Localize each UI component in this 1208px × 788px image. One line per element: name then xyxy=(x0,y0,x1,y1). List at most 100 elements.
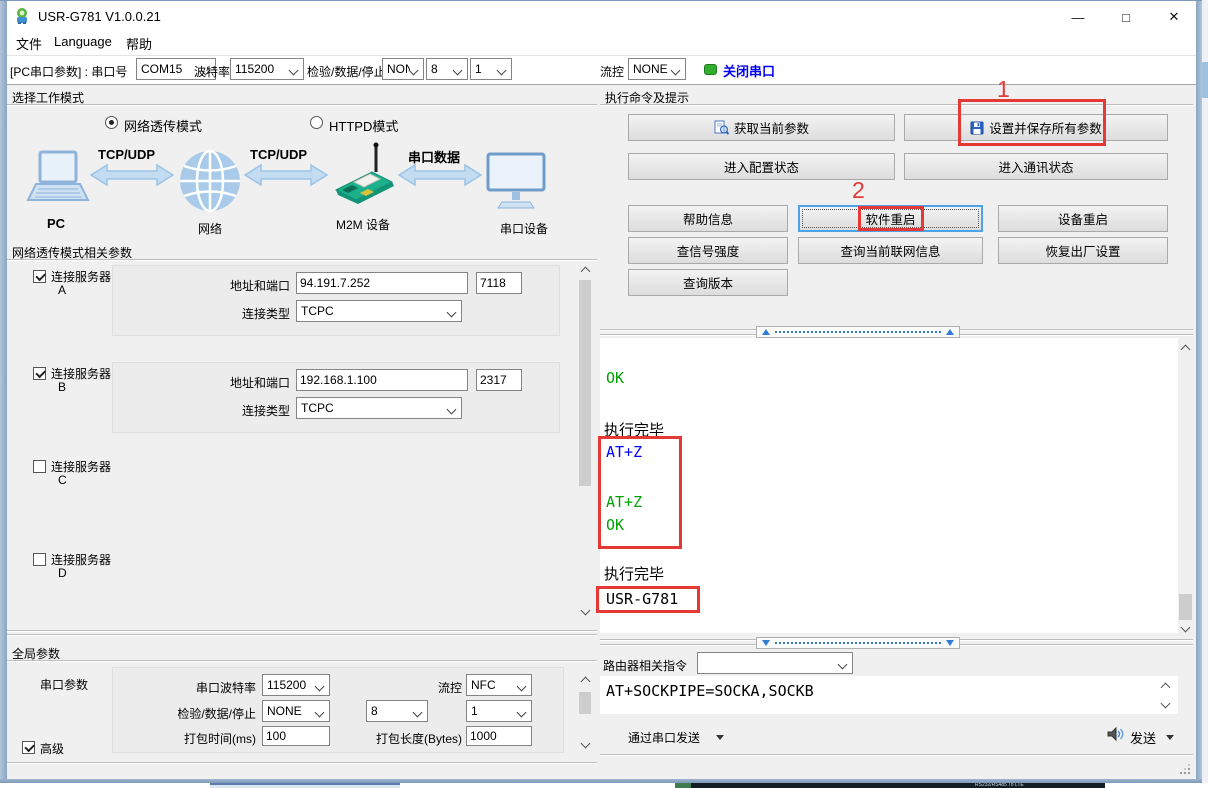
stopbits-select[interactable]: 1 xyxy=(470,58,512,80)
server-c-letter: C xyxy=(58,473,67,487)
server-b-port-input[interactable] xyxy=(476,369,522,391)
chevron-down-icon xyxy=(447,405,457,415)
maximize-button[interactable]: □ xyxy=(1110,6,1142,28)
divider xyxy=(600,754,1193,756)
advanced-checkbox[interactable] xyxy=(22,741,35,754)
server-b-letter: B xyxy=(58,380,66,394)
server-b-addr-input[interactable] xyxy=(296,369,468,391)
command-text[interactable]: AT+SOCKPIPE=SOCKA,SOCKB xyxy=(606,682,814,700)
parity-value: NONE xyxy=(387,59,410,79)
scrollbar-up-icon[interactable] xyxy=(1158,678,1172,694)
server-c-checkbox[interactable] xyxy=(33,460,46,473)
flow-select[interactable]: NONE xyxy=(628,58,686,80)
minimize-button[interactable]: — xyxy=(1062,6,1094,28)
device-restart-button[interactable]: 设备重启 xyxy=(998,205,1168,232)
divider xyxy=(7,630,597,632)
packlen-input[interactable] xyxy=(466,726,532,746)
serial-group-label: 串口参数 xyxy=(40,676,88,693)
scrollbar-thumb[interactable] xyxy=(579,280,591,486)
scrollbar-up-icon[interactable] xyxy=(578,262,592,278)
gstopbits-select[interactable]: 1 xyxy=(466,700,532,722)
annotation-2: 2 xyxy=(852,179,865,201)
addr-label-a: 地址和端口 xyxy=(178,277,290,294)
menu-help[interactable]: 帮助 xyxy=(126,34,152,53)
server-b-checkbox[interactable] xyxy=(33,367,46,380)
gparity-value: NONE xyxy=(267,701,302,721)
version-check-button[interactable]: 查询版本 xyxy=(628,269,788,296)
get-params-button[interactable]: 获取当前参数 xyxy=(628,114,895,141)
splitter-dots xyxy=(775,331,941,333)
scrollbar-down-icon[interactable] xyxy=(1158,697,1172,713)
m2m-node-label: M2M 设备 xyxy=(336,216,390,233)
server-a-checkbox[interactable] xyxy=(33,270,46,283)
send-via-button[interactable]: 通过串口发送 xyxy=(628,729,700,746)
scrollbar-up-icon[interactable] xyxy=(578,672,592,688)
menu-language[interactable]: Language xyxy=(54,34,112,49)
collapse-up-icon xyxy=(762,329,770,335)
parity-select[interactable]: NONE xyxy=(382,58,424,80)
chevron-down-icon xyxy=(517,682,527,692)
help-info-button[interactable]: 帮助信息 xyxy=(628,205,788,232)
advanced-label: 高级 xyxy=(40,740,64,757)
radio-httpd-mode[interactable] xyxy=(310,116,323,129)
close-port-link[interactable]: 关闭串口 xyxy=(723,61,775,80)
speaker-icon xyxy=(1106,726,1124,742)
serial-node-label: 串口设备 xyxy=(500,220,548,237)
chevron-down-icon[interactable] xyxy=(716,735,724,740)
parity-label: 检验/数据/停止 xyxy=(307,63,386,80)
scrollbar-thumb[interactable] xyxy=(579,692,591,714)
splitter-bottom-handle[interactable] xyxy=(756,637,960,649)
annotation-usr-box xyxy=(596,586,700,613)
gparity-select[interactable]: NONE xyxy=(262,700,330,722)
signal-check-label: 查信号强度 xyxy=(677,241,740,260)
packtime-input[interactable] xyxy=(262,726,330,746)
splitter-top-handle[interactable] xyxy=(756,326,960,338)
background-pcb-fragment xyxy=(675,783,691,788)
chevron-down-icon xyxy=(838,660,848,670)
router-command-select[interactable] xyxy=(697,652,853,674)
server-a-port-input[interactable] xyxy=(476,272,522,294)
baud-select[interactable]: 115200 xyxy=(230,58,304,80)
server-d-checkbox[interactable] xyxy=(33,553,46,566)
collapse-down-icon xyxy=(762,640,770,646)
flow-label: 流控 xyxy=(600,63,624,80)
chevron-down-icon[interactable] xyxy=(1166,735,1174,740)
gbaud-select[interactable]: 115200 xyxy=(262,674,330,696)
send-button[interactable]: 发送 xyxy=(1130,728,1156,747)
close-button[interactable]: ✕ xyxy=(1156,6,1192,28)
scrollbar-down-icon[interactable] xyxy=(578,604,592,620)
enter-config-button[interactable]: 进入配置状态 xyxy=(628,153,895,180)
annotation-atz-box xyxy=(598,436,682,549)
server-b-type-select[interactable]: TCPC xyxy=(296,397,462,419)
background-photo-caption: RS232/RS485 To LTE xyxy=(975,783,1024,788)
app-icon xyxy=(13,7,31,25)
get-params-label: 获取当前参数 xyxy=(734,118,809,137)
scrollbar-down-icon[interactable] xyxy=(1178,621,1192,637)
scrollbar-thumb[interactable] xyxy=(1179,594,1192,620)
factory-reset-button[interactable]: 恢复出厂设置 xyxy=(998,237,1168,264)
databits-value: 8 xyxy=(431,59,438,79)
databits-select[interactable]: 8 xyxy=(426,58,468,80)
pc-node-label: PC xyxy=(47,216,65,231)
server-a-addr-input[interactable] xyxy=(296,272,468,294)
gdatabits-select[interactable]: 8 xyxy=(366,700,428,722)
menu-file[interactable]: 文件 xyxy=(16,34,42,53)
annotation-2-box xyxy=(858,206,924,231)
gflow-select[interactable]: NFC xyxy=(466,674,532,696)
scrollbar-down-icon[interactable] xyxy=(578,737,592,753)
app-root: USR-G781 V1.0.0.21 — □ ✕ 文件 Language 帮助 … xyxy=(0,0,1208,788)
chevron-down-icon xyxy=(517,708,527,718)
signal-check-button[interactable]: 查信号强度 xyxy=(628,237,788,264)
log-line: OK xyxy=(606,369,624,387)
net-info-button[interactable]: 查询当前联网信息 xyxy=(798,237,983,264)
scrollbar-up-icon[interactable] xyxy=(1178,340,1192,356)
com-port-value: COM15 xyxy=(141,59,182,79)
divider xyxy=(7,762,597,764)
server-d-letter: D xyxy=(58,566,67,580)
server-a-type-select[interactable]: TCPC xyxy=(296,300,462,322)
resize-grip[interactable] xyxy=(1188,772,1190,774)
radio-transparent-mode[interactable] xyxy=(105,116,118,129)
radio-transparent-label: 网络透传模式 xyxy=(124,116,202,135)
enter-comm-button[interactable]: 进入通讯状态 xyxy=(904,153,1168,180)
gflow-label: 流控 xyxy=(408,679,462,696)
